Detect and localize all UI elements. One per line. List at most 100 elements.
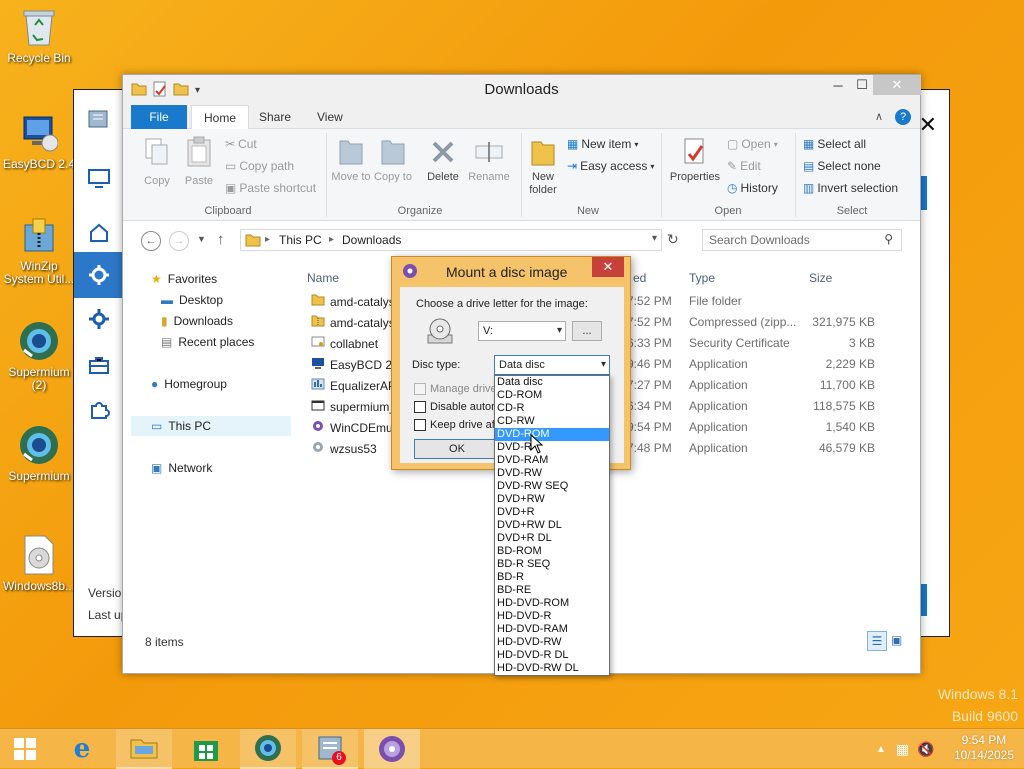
- manage-drive-checkbox[interactable]: Manage drive: [414, 383, 496, 395]
- dropdown-option[interactable]: DVD-R: [495, 441, 609, 454]
- show-hidden-icons[interactable]: ▲: [876, 744, 886, 755]
- nav-favorites[interactable]: ★ Favorites: [151, 269, 217, 289]
- nav-desktop[interactable]: ▬ Desktop: [161, 290, 223, 310]
- back-button[interactable]: ←: [141, 231, 161, 251]
- ok-button[interactable]: OK: [414, 439, 500, 459]
- dropdown-option[interactable]: HD-DVD-RW: [495, 636, 609, 649]
- start-button[interactable]: [0, 729, 50, 769]
- dropdown-option[interactable]: BD-R: [495, 571, 609, 584]
- nav-homegroup[interactable]: ● Homegroup: [151, 374, 227, 394]
- taskbar-file-explorer[interactable]: [116, 729, 172, 769]
- disc-type-select[interactable]: Data disc ▾: [494, 355, 610, 375]
- desktop-icon-easybcd[interactable]: EasyBCD 2.4: [0, 112, 78, 171]
- recent-locations-icon[interactable]: ▼: [197, 234, 206, 244]
- dialog-close-button[interactable]: ✕: [592, 257, 624, 277]
- dropdown-option[interactable]: HD-DVD-R: [495, 610, 609, 623]
- breadcrumb-this-pc[interactable]: This PC: [279, 233, 322, 247]
- dialog-titlebar[interactable]: Mount a disc image ✕: [392, 257, 630, 285]
- taskbar-store[interactable]: [178, 729, 234, 769]
- cut-button[interactable]: ✂ Cut: [225, 135, 257, 153]
- close-button[interactable]: ✕: [873, 75, 921, 95]
- browse-button[interactable]: ...: [572, 321, 602, 341]
- search-input[interactable]: Search Downloads ⚲: [702, 229, 902, 251]
- desktop-icon-windows8b[interactable]: Windows8b...: [0, 534, 78, 593]
- toolbox-icon[interactable]: [86, 352, 112, 378]
- move-to-button[interactable]: Move to: [331, 133, 371, 184]
- nav-downloads[interactable]: ▮ Downloads: [161, 311, 233, 331]
- column-size[interactable]: Size: [809, 271, 832, 285]
- up-button[interactable]: ↑: [217, 231, 225, 248]
- easy-access-button[interactable]: ⇥ Easy access ▾: [567, 157, 654, 175]
- edit-button[interactable]: ✎ Edit: [727, 157, 761, 175]
- clock[interactable]: 9:54 PM 10/14/2025: [954, 733, 1014, 763]
- keep-drive-checkbox[interactable]: Keep drive af: [414, 419, 496, 431]
- column-name[interactable]: Name: [307, 271, 339, 285]
- delete-button[interactable]: Delete: [421, 133, 465, 184]
- address-dropdown-icon[interactable]: ▾: [652, 233, 657, 244]
- dropdown-option[interactable]: BD-RE: [495, 584, 609, 597]
- taskbar-supermium[interactable]: [240, 729, 296, 769]
- paste-button[interactable]: Paste: [179, 133, 219, 188]
- open-button[interactable]: ▢ Open ▾: [727, 135, 778, 153]
- copy-path-button[interactable]: ▭ Copy path: [225, 157, 294, 175]
- app-logo-icon[interactable]: [86, 106, 112, 132]
- dropdown-option[interactable]: DVD-RW: [495, 467, 609, 480]
- breadcrumb-downloads[interactable]: Downloads: [342, 233, 401, 247]
- background-app-close-icon[interactable]: ✕: [919, 112, 937, 138]
- dropdown-option[interactable]: HD-DVD-RW DL: [495, 662, 609, 675]
- search-icon[interactable]: ⚲: [884, 232, 893, 246]
- copy-button[interactable]: Copy: [137, 133, 177, 188]
- dropdown-option[interactable]: HD-DVD-RAM: [495, 623, 609, 636]
- drive-letter-select[interactable]: V: ▾: [478, 321, 566, 341]
- network-status-icon[interactable]: ▦: [896, 741, 909, 758]
- paste-shortcut-button[interactable]: ▣ Paste shortcut: [225, 179, 316, 197]
- tab-home[interactable]: Home: [191, 105, 250, 130]
- dropdown-option[interactable]: DVD-ROM: [495, 428, 609, 441]
- dropdown-option[interactable]: BD-R SEQ: [495, 558, 609, 571]
- desktop-icon-winzip[interactable]: WinZip System Util...: [0, 214, 78, 286]
- home-icon[interactable]: [86, 220, 112, 246]
- nav-recent-places[interactable]: ▤ Recent places: [161, 332, 254, 352]
- column-date-modified[interactable]: ed: [633, 271, 646, 285]
- taskbar-wincdemu[interactable]: [364, 729, 420, 769]
- address-bar[interactable]: ▸ This PC ▸ Downloads ▾: [240, 229, 662, 251]
- minimize-button[interactable]: ─: [825, 75, 851, 95]
- dropdown-option[interactable]: DVD+RW DL: [495, 519, 609, 532]
- refresh-button[interactable]: ↻: [667, 231, 679, 248]
- dropdown-option[interactable]: CD-R: [495, 402, 609, 415]
- forward-button[interactable]: →: [169, 231, 189, 251]
- tab-share[interactable]: Share: [247, 105, 303, 129]
- column-type[interactable]: Type: [689, 271, 715, 285]
- invert-selection-button[interactable]: ▥ Invert selection: [803, 179, 898, 197]
- history-button[interactable]: ◷ History: [727, 179, 778, 197]
- explorer-titlebar[interactable]: ▾ Downloads ─ ☐ ✕: [123, 75, 921, 105]
- dropdown-option[interactable]: HD-DVD-ROM: [495, 597, 609, 610]
- properties-button[interactable]: Properties: [667, 133, 723, 184]
- desktop-icon-recycle-bin[interactable]: Recycle Bin: [0, 6, 78, 65]
- dropdown-option[interactable]: CD-ROM: [495, 389, 609, 402]
- disc-type-dropdown[interactable]: Data disc CD-ROM CD-R CD-RW DVD-ROM DVD-R DVD-…: [494, 375, 610, 676]
- tools-icon[interactable]: [86, 262, 112, 288]
- taskbar-internet-explorer[interactable]: e: [54, 729, 110, 769]
- new-item-button[interactable]: ▦ New item ▾: [567, 135, 638, 153]
- dropdown-option[interactable]: DVD+R: [495, 506, 609, 519]
- dropdown-option[interactable]: CD-RW: [495, 415, 609, 428]
- desktop-icon-supermium-2[interactable]: Supermium (2): [0, 320, 78, 392]
- new-folder-button[interactable]: New folder: [523, 133, 563, 197]
- desktop-icon-supermium[interactable]: Supermium: [0, 424, 78, 483]
- copy-to-button[interactable]: Copy to: [373, 133, 413, 184]
- volume-muted-icon[interactable]: 🔇: [917, 741, 934, 758]
- monitor-icon[interactable]: [86, 166, 112, 192]
- taskbar-installer[interactable]: 6: [302, 729, 358, 769]
- dropdown-option[interactable]: BD-ROM: [495, 545, 609, 558]
- large-icons-view-icon[interactable]: ▣: [891, 633, 902, 647]
- dropdown-option[interactable]: DVD-RW SEQ: [495, 480, 609, 493]
- rename-button[interactable]: Rename: [467, 133, 511, 184]
- select-all-button[interactable]: ▦ Select all: [803, 135, 866, 153]
- details-view-icon[interactable]: ☰: [867, 631, 887, 651]
- tab-view[interactable]: View: [305, 105, 355, 129]
- puzzle-icon[interactable]: [86, 396, 112, 422]
- nav-this-pc[interactable]: ▭ This PC: [131, 416, 291, 436]
- gear-icon[interactable]: [86, 306, 112, 332]
- maximize-button[interactable]: ☐: [851, 75, 873, 95]
